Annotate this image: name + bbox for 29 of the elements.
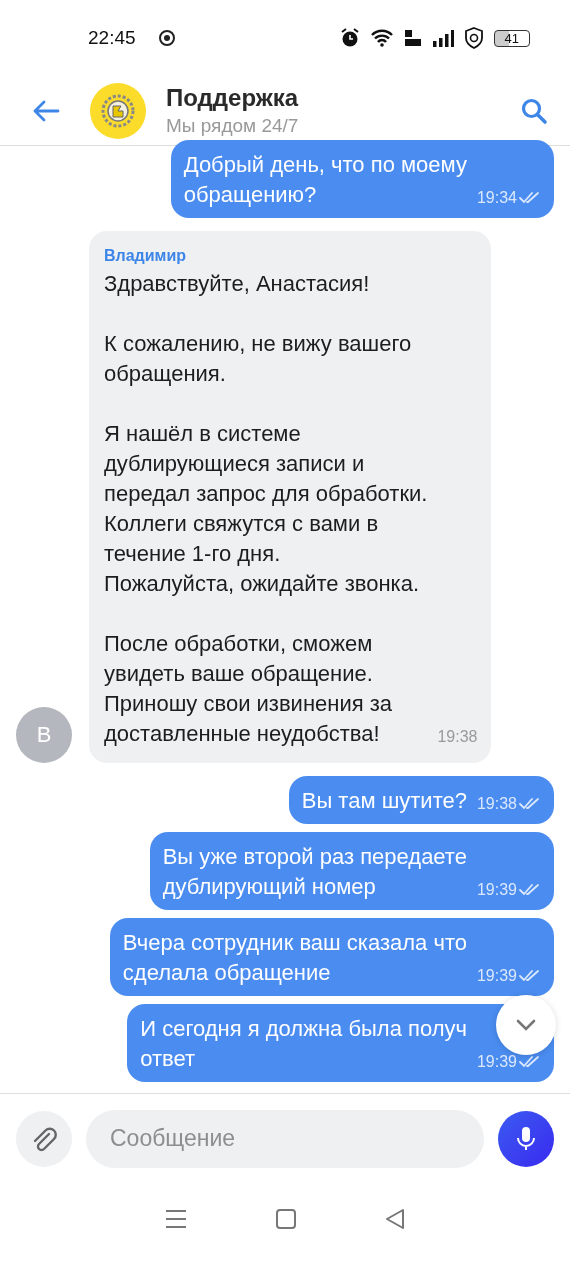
status-time: 22:45: [88, 27, 136, 49]
message-text: Вчера сотрудник ваш сказала что сделала обращение: [122, 929, 467, 987]
back-icon[interactable]: [32, 98, 60, 123]
message-time: 19:39: [476, 1053, 517, 1071]
message-text: Вы уже второй раз передаете дублирующий номер: [162, 843, 467, 901]
message-text: И сегодня я должна была получ ответ: [140, 1015, 467, 1073]
shield-icon: [463, 27, 484, 49]
message-time: 19:39: [476, 881, 517, 899]
chat-title: Поддержка: [166, 84, 300, 112]
message-time: 19:34: [476, 189, 517, 207]
search-icon[interactable]: [520, 96, 548, 125]
chat-subtitle: Мы рядом 24/7: [166, 115, 300, 137]
message-input[interactable]: Сообщение: [86, 1109, 484, 1168]
chevron-down-icon: [515, 1018, 537, 1032]
battery-indicator: 41: [493, 29, 530, 47]
message-text: Вы там шутите?: [301, 787, 467, 815]
signal-icon: [431, 28, 454, 48]
message-text: Здравствуйте, Анастасия! К сожалению, не вижу вашего обращения. Я нашёл в системе дублирующиеся записи и передал запрос для обработки. Коллеги свяжутся с вами в течение 1-го дня. Пожалуйста, ожидайте звонка. После обработки, сможем увидеть ваше обращение. Приношу свои извинения за доставленные неудобства!: [104, 270, 428, 748]
menu-icon[interactable]: [163, 1208, 188, 1230]
alarm-icon: [339, 28, 360, 48]
message-text: Добрый день, что по моему обращению?: [183, 151, 467, 209]
message-time: 19:39: [476, 967, 517, 985]
sender-avatar: В: [16, 707, 72, 763]
wifi-icon: [369, 28, 394, 48]
sender-name: Владимир: [104, 247, 188, 265]
message-time: 19:38: [476, 795, 517, 813]
back-nav-icon[interactable]: [384, 1208, 407, 1230]
message-time: 19:38: [437, 728, 478, 746]
home-icon[interactable]: [275, 1208, 297, 1230]
